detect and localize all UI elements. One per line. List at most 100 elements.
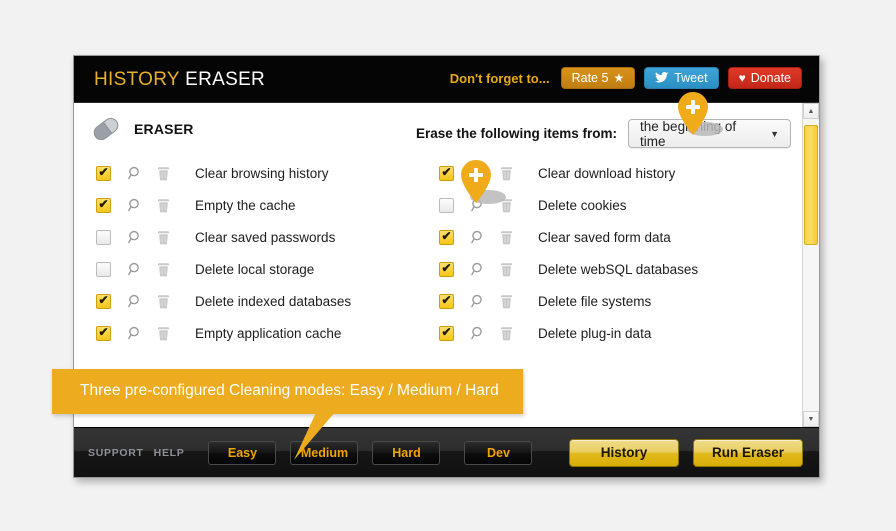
list-item[interactable]: Clear saved passwords: [96, 221, 351, 253]
magnifier-icon[interactable]: [122, 294, 148, 308]
list-item[interactable]: ✔ Delete webSQL databases: [439, 253, 698, 285]
check-mark-icon: ✔: [98, 165, 109, 179]
mode-hard-button[interactable]: Hard: [372, 440, 441, 465]
donate-label: Donate: [750, 70, 791, 85]
trash-icon[interactable]: [150, 198, 176, 213]
checkbox-icon[interactable]: ✔: [96, 325, 111, 341]
trash-icon[interactable]: [150, 262, 176, 277]
list-item-label: Clear saved form data: [538, 229, 671, 245]
checkbox-icon[interactable]: ✔: [96, 197, 111, 213]
tweet-label: Tweet: [674, 70, 708, 85]
scrollbar-track[interactable]: [803, 119, 819, 411]
tooltip-tail-icon: [294, 404, 342, 460]
trash-icon[interactable]: [150, 294, 176, 309]
history-button[interactable]: History: [569, 438, 679, 467]
trash-icon[interactable]: [493, 326, 519, 341]
list-item-label: Delete local storage: [195, 261, 315, 277]
brand-secondary: ERASER: [185, 69, 266, 90]
magnifier-icon[interactable]: [122, 166, 148, 180]
trash-icon[interactable]: [493, 230, 519, 245]
list-item[interactable]: ✔ Delete plug-in data: [439, 317, 698, 349]
checkbox-icon[interactable]: ✔: [439, 325, 454, 341]
brand-primary: HISTORY: [94, 69, 180, 90]
mode-easy-button[interactable]: Easy: [208, 440, 277, 465]
checkbox-icon[interactable]: ✔: [439, 165, 454, 181]
list-item-label: Delete plug-in data: [538, 325, 652, 341]
list-item-label: Empty the cache: [195, 197, 296, 213]
list-item-label: Delete cookies: [538, 197, 627, 213]
list-item-label: Delete file systems: [538, 293, 652, 309]
trash-icon[interactable]: [493, 262, 519, 277]
twitter-bird-icon: [655, 71, 669, 85]
list-item-label: Delete webSQL databases: [538, 261, 699, 277]
checkbox-icon[interactable]: [439, 197, 454, 213]
magnifier-icon[interactable]: [122, 198, 148, 212]
footer-bar: SUPPORT HELP Easy Medium Hard Dev Histor…: [74, 427, 819, 477]
list-item-label: Clear saved passwords: [195, 229, 336, 245]
check-mark-icon: ✔: [441, 229, 452, 243]
check-mark-icon: ✔: [98, 293, 109, 307]
checkbox-icon[interactable]: ✔: [96, 165, 111, 181]
magnifier-icon[interactable]: [122, 230, 148, 244]
trash-icon[interactable]: [150, 166, 176, 181]
magnifier-icon[interactable]: [465, 262, 491, 276]
rate-label: Rate 5: [571, 70, 609, 85]
erase-from-group: Erase the following items from: the begi…: [416, 119, 792, 149]
scrollbar-thumb[interactable]: [804, 125, 818, 245]
checkbox-icon[interactable]: [96, 229, 111, 245]
list-item[interactable]: ✔ Delete indexed databases: [96, 285, 351, 317]
list-item[interactable]: ✔ Empty application cache: [96, 317, 351, 349]
mode-dev-button[interactable]: Dev: [464, 440, 533, 465]
trash-icon[interactable]: [150, 230, 176, 245]
list-item-label: Clear browsing history: [195, 165, 329, 181]
erase-from-label: Erase the following items from:: [416, 126, 618, 141]
help-link[interactable]: HELP: [154, 447, 185, 459]
magnifier-icon[interactable]: [122, 326, 148, 340]
list-item[interactable]: ✔ Clear saved form data: [439, 221, 698, 253]
donate-button[interactable]: ♥ Donate: [727, 67, 802, 89]
tooltip-callout: Three pre-configured Cleaning modes: Eas…: [52, 369, 523, 460]
magnifier-icon[interactable]: [122, 262, 148, 276]
eraser-icon: [89, 114, 123, 144]
scroll-up-arrow-icon[interactable]: ▲: [803, 103, 819, 119]
checkbox-icon[interactable]: [96, 261, 111, 277]
checkbox-icon[interactable]: ✔: [439, 293, 454, 309]
dont-forget-label: Don't forget to...: [449, 70, 550, 86]
star-icon: ★: [613, 71, 625, 85]
list-item[interactable]: ✔ Empty the cache: [96, 189, 351, 221]
trash-icon[interactable]: [150, 326, 176, 341]
callout-pin-timerange[interactable]: [674, 91, 723, 141]
trash-icon[interactable]: [493, 294, 519, 309]
check-mark-icon: ✔: [441, 165, 452, 179]
checkbox-icon[interactable]: ✔: [439, 261, 454, 277]
list-item[interactable]: ✔ Clear browsing history: [96, 157, 351, 189]
tweet-button[interactable]: Tweet: [644, 67, 719, 89]
checkbox-icon[interactable]: ✔: [96, 293, 111, 309]
list-item[interactable]: Delete local storage: [96, 253, 351, 285]
section-title: ERASER: [134, 121, 194, 137]
heart-icon: ♥: [738, 71, 746, 85]
scroll-down-arrow-icon[interactable]: ▼: [803, 411, 819, 427]
check-mark-icon: ✔: [98, 197, 109, 211]
run-eraser-button[interactable]: Run Eraser: [693, 438, 803, 467]
checkbox-icon[interactable]: ✔: [439, 229, 454, 245]
check-mark-icon: ✔: [441, 261, 452, 275]
section-header: ERASER: [89, 114, 194, 144]
list-item[interactable]: ✔ Delete file systems: [439, 285, 698, 317]
vertical-scrollbar[interactable]: ▲ ▼: [802, 103, 819, 427]
rate-button[interactable]: Rate 5 ★: [560, 67, 636, 89]
magnifier-icon[interactable]: [465, 230, 491, 244]
check-mark-icon: ✔: [441, 325, 452, 339]
callout-pin-download-history[interactable]: [457, 159, 506, 209]
check-mark-icon: ✔: [441, 293, 452, 307]
chevron-down-icon: ▼: [770, 128, 780, 139]
list-item-label: Empty application cache: [195, 325, 342, 341]
magnifier-icon[interactable]: [465, 294, 491, 308]
list-item-label: Delete indexed databases: [195, 293, 352, 309]
header-actions: Don't forget to... Rate 5 ★ Tweet ♥ Dona…: [450, 67, 802, 89]
check-mark-icon: ✔: [98, 325, 109, 339]
support-link[interactable]: SUPPORT: [88, 447, 144, 459]
list-item-label: Clear download history: [538, 165, 676, 181]
app-logo: HISTORY ERASER: [94, 69, 265, 91]
magnifier-icon[interactable]: [465, 326, 491, 340]
